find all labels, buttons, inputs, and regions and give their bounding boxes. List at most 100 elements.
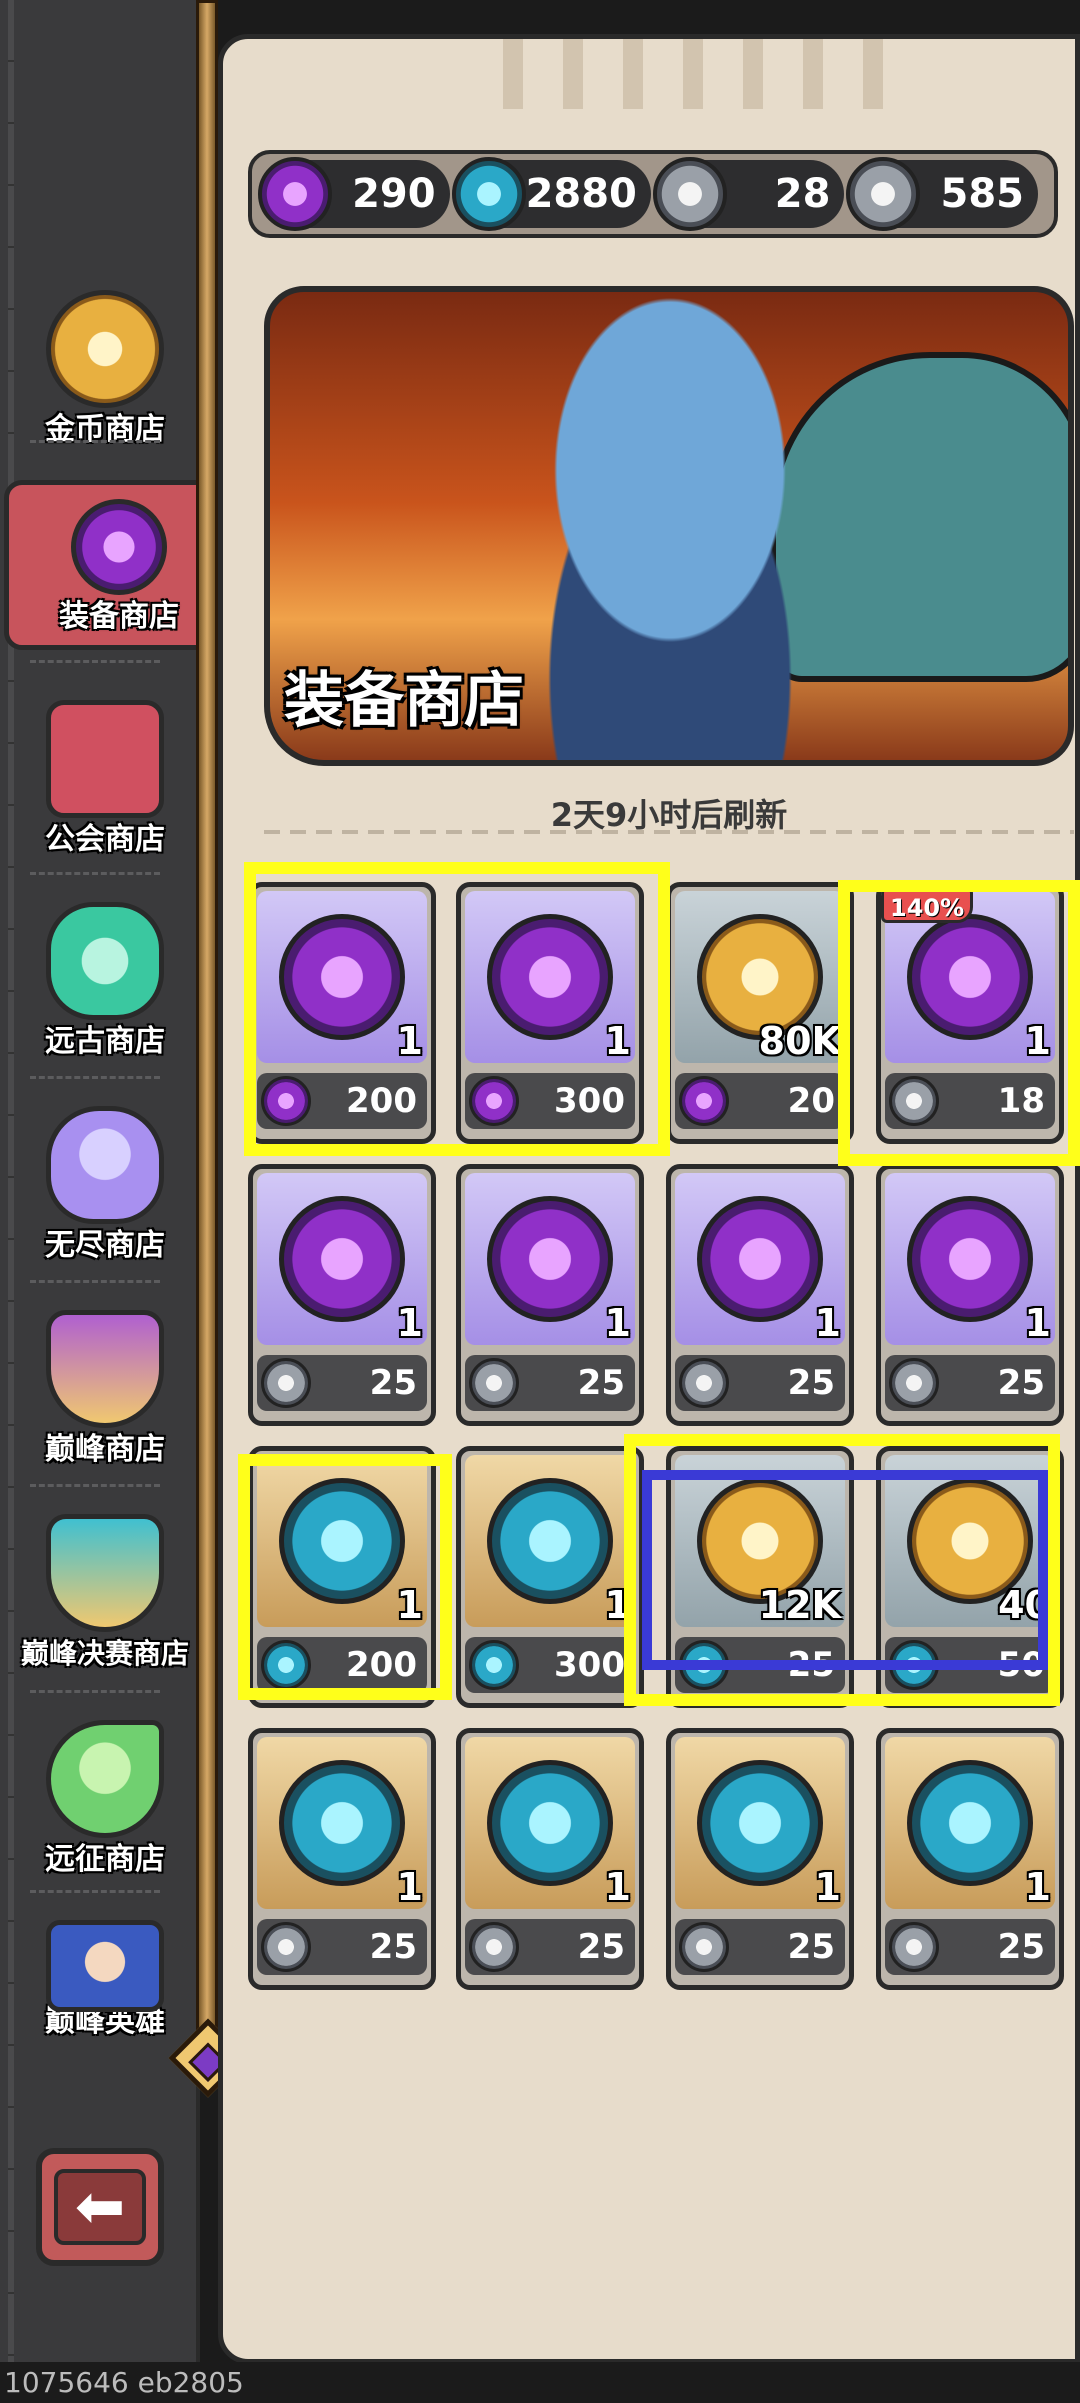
currency-bar: 290 2880 28 585 [248, 150, 1058, 238]
sidebar-divider [30, 872, 160, 875]
silver-currency-icon [889, 1358, 939, 1408]
sidebar-item-guild-shop[interactable]: 公会商店 [14, 680, 196, 880]
endless-slime-icon [46, 1106, 164, 1224]
sidebar-item-peak-shop[interactable]: 巅峰商店 [14, 1290, 196, 1490]
gold-orb-armor-icon [907, 1760, 1033, 1886]
price-bar[interactable]: 25 [885, 1355, 1055, 1411]
item-price: 25 [369, 1927, 417, 1967]
sidebar-rail [196, 0, 218, 2030]
item-quantity: 1 [604, 1301, 631, 1345]
hero-portrait-icon [46, 1920, 164, 2012]
item-quantity: 1 [1024, 1301, 1051, 1345]
watermark: 1075646 eb2805 [0, 2362, 1080, 2403]
silver-currency-icon [679, 1358, 729, 1408]
sidebar-divider [30, 1890, 160, 1893]
guild-star-icon [46, 700, 164, 818]
price-bar[interactable]: 25 [675, 1355, 845, 1411]
shop-item-purple-orb-armor-2[interactable]: 1 25 [876, 1164, 1064, 1426]
back-arrow-icon: ⬅ [54, 2169, 146, 2245]
currency-value: 2880 [525, 171, 637, 217]
teal-gem-emblem-icon [487, 1478, 613, 1604]
currency-feather-token-2[interactable]: 585 [846, 157, 1039, 231]
highlight-box [244, 862, 670, 1156]
sidebar-divider [30, 1280, 160, 1283]
shop-item-gold-coin[interactable]: 80K 20 [666, 882, 854, 1144]
item-price: 20 [787, 1081, 835, 1121]
currency-teal-gem[interactable]: 2880 [451, 157, 651, 231]
item-price: 25 [369, 1363, 417, 1403]
banner-title: 装备商店 [284, 666, 524, 736]
item-quantity: 1 [814, 1301, 841, 1345]
item-price: 25 [997, 1363, 1045, 1403]
item-price: 25 [997, 1927, 1045, 1967]
currency-feather-token-1[interactable]: 28 [652, 157, 845, 231]
currency-value: 585 [940, 171, 1025, 217]
gold-knight-helm-icon [697, 1760, 823, 1886]
sidebar-item-label: 远古商店 [45, 1024, 165, 1059]
sidebar-divider [30, 440, 160, 443]
item-quantity: 80K [758, 1019, 841, 1063]
price-bar[interactable]: 300 [465, 1637, 635, 1693]
price-bar[interactable]: 25 [885, 1919, 1055, 1975]
purple-orb-armor-2-icon [907, 1196, 1033, 1322]
price-bar[interactable]: 20 [675, 1073, 845, 1129]
sidebar-item-label: 巅峰商店 [45, 1432, 165, 1467]
item-price: 25 [787, 1363, 835, 1403]
sidebar-divider [30, 660, 160, 663]
shop-banner: 装备商店 [264, 286, 1074, 766]
shop-item-gold-knight-helm[interactable]: 1 25 [666, 1728, 854, 1990]
item-quantity: 1 [604, 1865, 631, 1909]
shop-item-teal-gem-emblem[interactable]: 1 300 [456, 1446, 644, 1708]
item-price: 300 [554, 1645, 625, 1685]
gold-teal-helmet-icon [279, 1760, 405, 1886]
item-quantity: 1 [1024, 1865, 1051, 1909]
silver-currency-icon [889, 1922, 939, 1972]
silver-currency-icon [469, 1358, 519, 1408]
sidebar-item-label: 无尽商店 [45, 1228, 165, 1263]
sidebar-item-peak-hero[interactable]: 巅峰英雄 [14, 1900, 196, 2040]
item-quantity: 1 [814, 1865, 841, 1909]
sidebar-item-label: 巅峰决赛商店 [20, 1637, 189, 1670]
expedition-slime-icon [46, 1720, 164, 1838]
highlight-box [838, 880, 1080, 1166]
currency-purple-gem[interactable]: 290 [258, 157, 450, 231]
price-bar[interactable]: 25 [257, 1355, 427, 1411]
purple-chest-armor-icon [487, 1196, 613, 1322]
feather-token-icon [652, 157, 727, 231]
sidebar-item-label: 装备商店 [59, 599, 179, 634]
sidebar-item-expedition-shop[interactable]: 远征商店 [14, 1700, 196, 1900]
purple-knight-helm-icon [697, 1196, 823, 1322]
silver-currency-icon [469, 1922, 519, 1972]
sidebar-item-peak-final-shop[interactable]: 巅峰决赛商店 [14, 1494, 196, 1704]
silver-currency-icon [261, 1358, 311, 1408]
sidebar-item-ancient-shop[interactable]: 远古商店 [14, 882, 196, 1082]
shop-item-purple-chest-armor[interactable]: 1 25 [456, 1164, 644, 1426]
gold-coin-icon [46, 290, 164, 408]
shop-item-purple-knight-helm[interactable]: 1 25 [666, 1164, 854, 1426]
shop-item-purple-red-helmet[interactable]: 1 25 [248, 1164, 436, 1426]
sidebar-divider [30, 1076, 160, 1079]
price-bar[interactable]: 25 [465, 1355, 635, 1411]
price-bar[interactable]: 25 [465, 1919, 635, 1975]
highlight-box [238, 1454, 452, 1700]
feather-token-icon [846, 157, 921, 231]
sidebar-divider [30, 1690, 160, 1693]
peak-final-crown-icon [46, 1514, 164, 1632]
teal-gem-coin-icon [451, 157, 526, 231]
silver-currency-icon [261, 1922, 311, 1972]
panel-decoration [463, 39, 923, 109]
shop-item-gold-orb-armor[interactable]: 1 25 [876, 1728, 1064, 1990]
teal-currency-icon [469, 1640, 519, 1690]
item-price: 25 [787, 1927, 835, 1967]
currency-value: 28 [774, 171, 831, 217]
back-button[interactable]: ⬅ [36, 2148, 164, 2266]
highlight-box [642, 1470, 1048, 1670]
price-bar[interactable]: 25 [257, 1919, 427, 1975]
sidebar-divider [30, 1484, 160, 1487]
peak-crown-icon [46, 1310, 164, 1428]
price-bar[interactable]: 25 [675, 1919, 845, 1975]
shop-item-gold-chest-armor[interactable]: 1 25 [456, 1728, 644, 1990]
sidebar-item-endless-shop[interactable]: 无尽商店 [14, 1086, 196, 1286]
shop-sidebar: 金币商店 装备商店 公会商店 远古商店 无尽商店 巅峰商店 巅峰决赛商店 远征商… [0, 0, 234, 2403]
shop-item-gold-teal-helmet[interactable]: 1 25 [248, 1728, 436, 1990]
